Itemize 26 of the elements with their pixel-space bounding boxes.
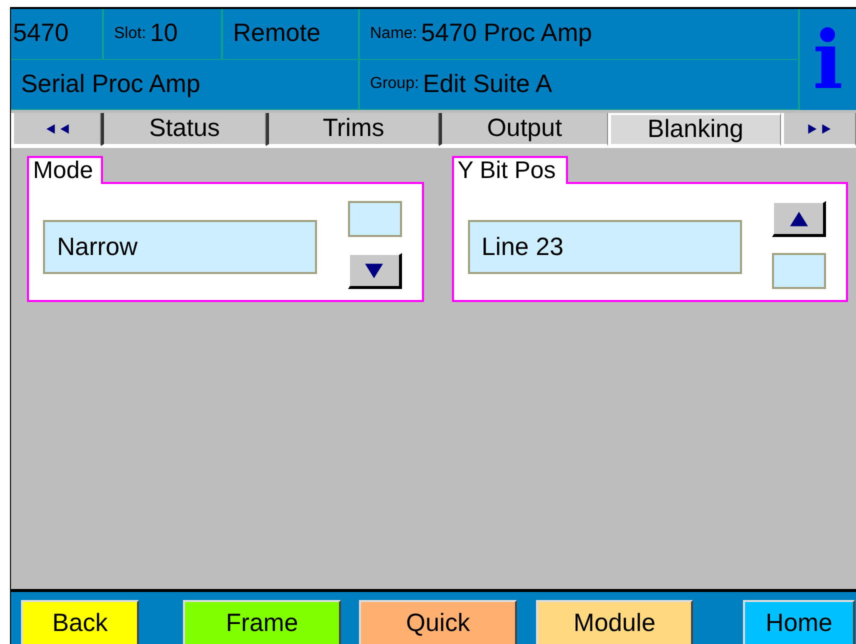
group-label: Group: [370,75,419,94]
panel-title: Mode [27,156,104,184]
module-name: 5470 Proc Amp [421,19,592,48]
module-number: 5470 [11,9,104,58]
footer-button[interactable]: Home [743,600,855,644]
footer-button[interactable]: Back [21,600,139,644]
module-description: Serial Proc Amp [11,60,360,109]
group-name: Edit Suite A [422,70,552,99]
value-field[interactable]: Narrow [43,220,317,274]
next-tabs-button[interactable] [781,113,856,146]
name-label: Name: [370,24,418,43]
up-button[interactable] [772,201,826,237]
control-mode: Remote [223,9,360,58]
panel-title: Y Bit Pos [452,156,568,184]
previous-tabs-button[interactable] [11,113,101,146]
tab[interactable]: Trims [266,113,439,146]
value-field[interactable]: Line 23 [468,220,742,274]
tab[interactable]: Blanking [608,113,781,146]
footer-button[interactable]: Frame [183,600,341,644]
down-button[interactable] [348,253,402,289]
tab[interactable]: Output [439,113,608,146]
tab[interactable]: Status [101,113,266,146]
footer-button[interactable]: Module [536,600,693,644]
slot-number: 10 [150,19,178,48]
slot-label: Slot: [114,24,146,43]
footer-button[interactable]: Quick [359,600,517,644]
